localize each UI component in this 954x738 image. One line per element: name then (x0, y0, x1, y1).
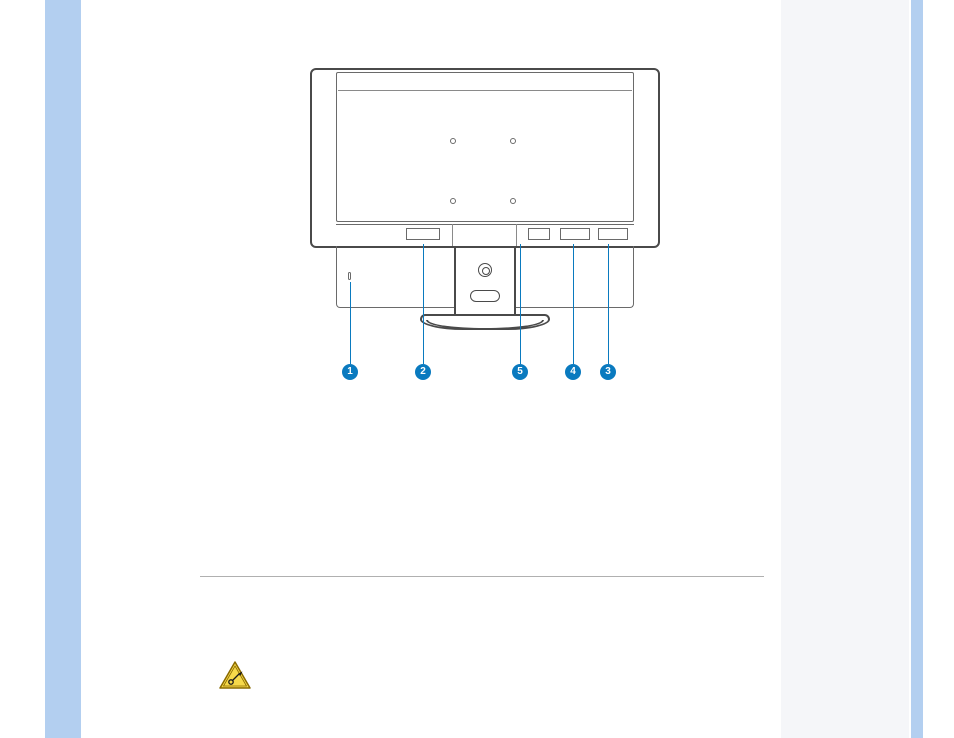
vesa-hole (510, 138, 516, 144)
vesa-hole (450, 138, 456, 144)
leader-line (608, 244, 609, 364)
vesa-hole (450, 198, 456, 204)
power-port (406, 228, 440, 240)
port-divider (516, 224, 517, 246)
caution-icon (218, 660, 252, 690)
section-divider (200, 576, 764, 577)
vesa-hole (510, 198, 516, 204)
callout-5: 5 (512, 364, 528, 380)
audio-port (528, 228, 550, 240)
port-divider (452, 224, 453, 246)
leader-line (520, 244, 521, 364)
security-lock-slot (348, 272, 351, 280)
monitor-rear-panel (336, 72, 634, 222)
stand-neck-fill (456, 248, 514, 314)
callout-4: 4 (565, 364, 581, 380)
right-margin-bar (911, 0, 923, 738)
callout-2: 2 (415, 364, 431, 380)
leader-line (350, 282, 351, 364)
dvi-port (598, 228, 628, 240)
callout-1: 1 (342, 364, 358, 380)
cable-slot (470, 290, 500, 302)
left-margin-bar (45, 0, 81, 738)
leader-line (573, 244, 574, 364)
vga-port (560, 228, 590, 240)
callout-3: 3 (600, 364, 616, 380)
stand-screw (478, 263, 492, 277)
monitor-rear-diagram: 1 2 5 4 3 (310, 68, 660, 328)
leader-line (423, 244, 424, 364)
